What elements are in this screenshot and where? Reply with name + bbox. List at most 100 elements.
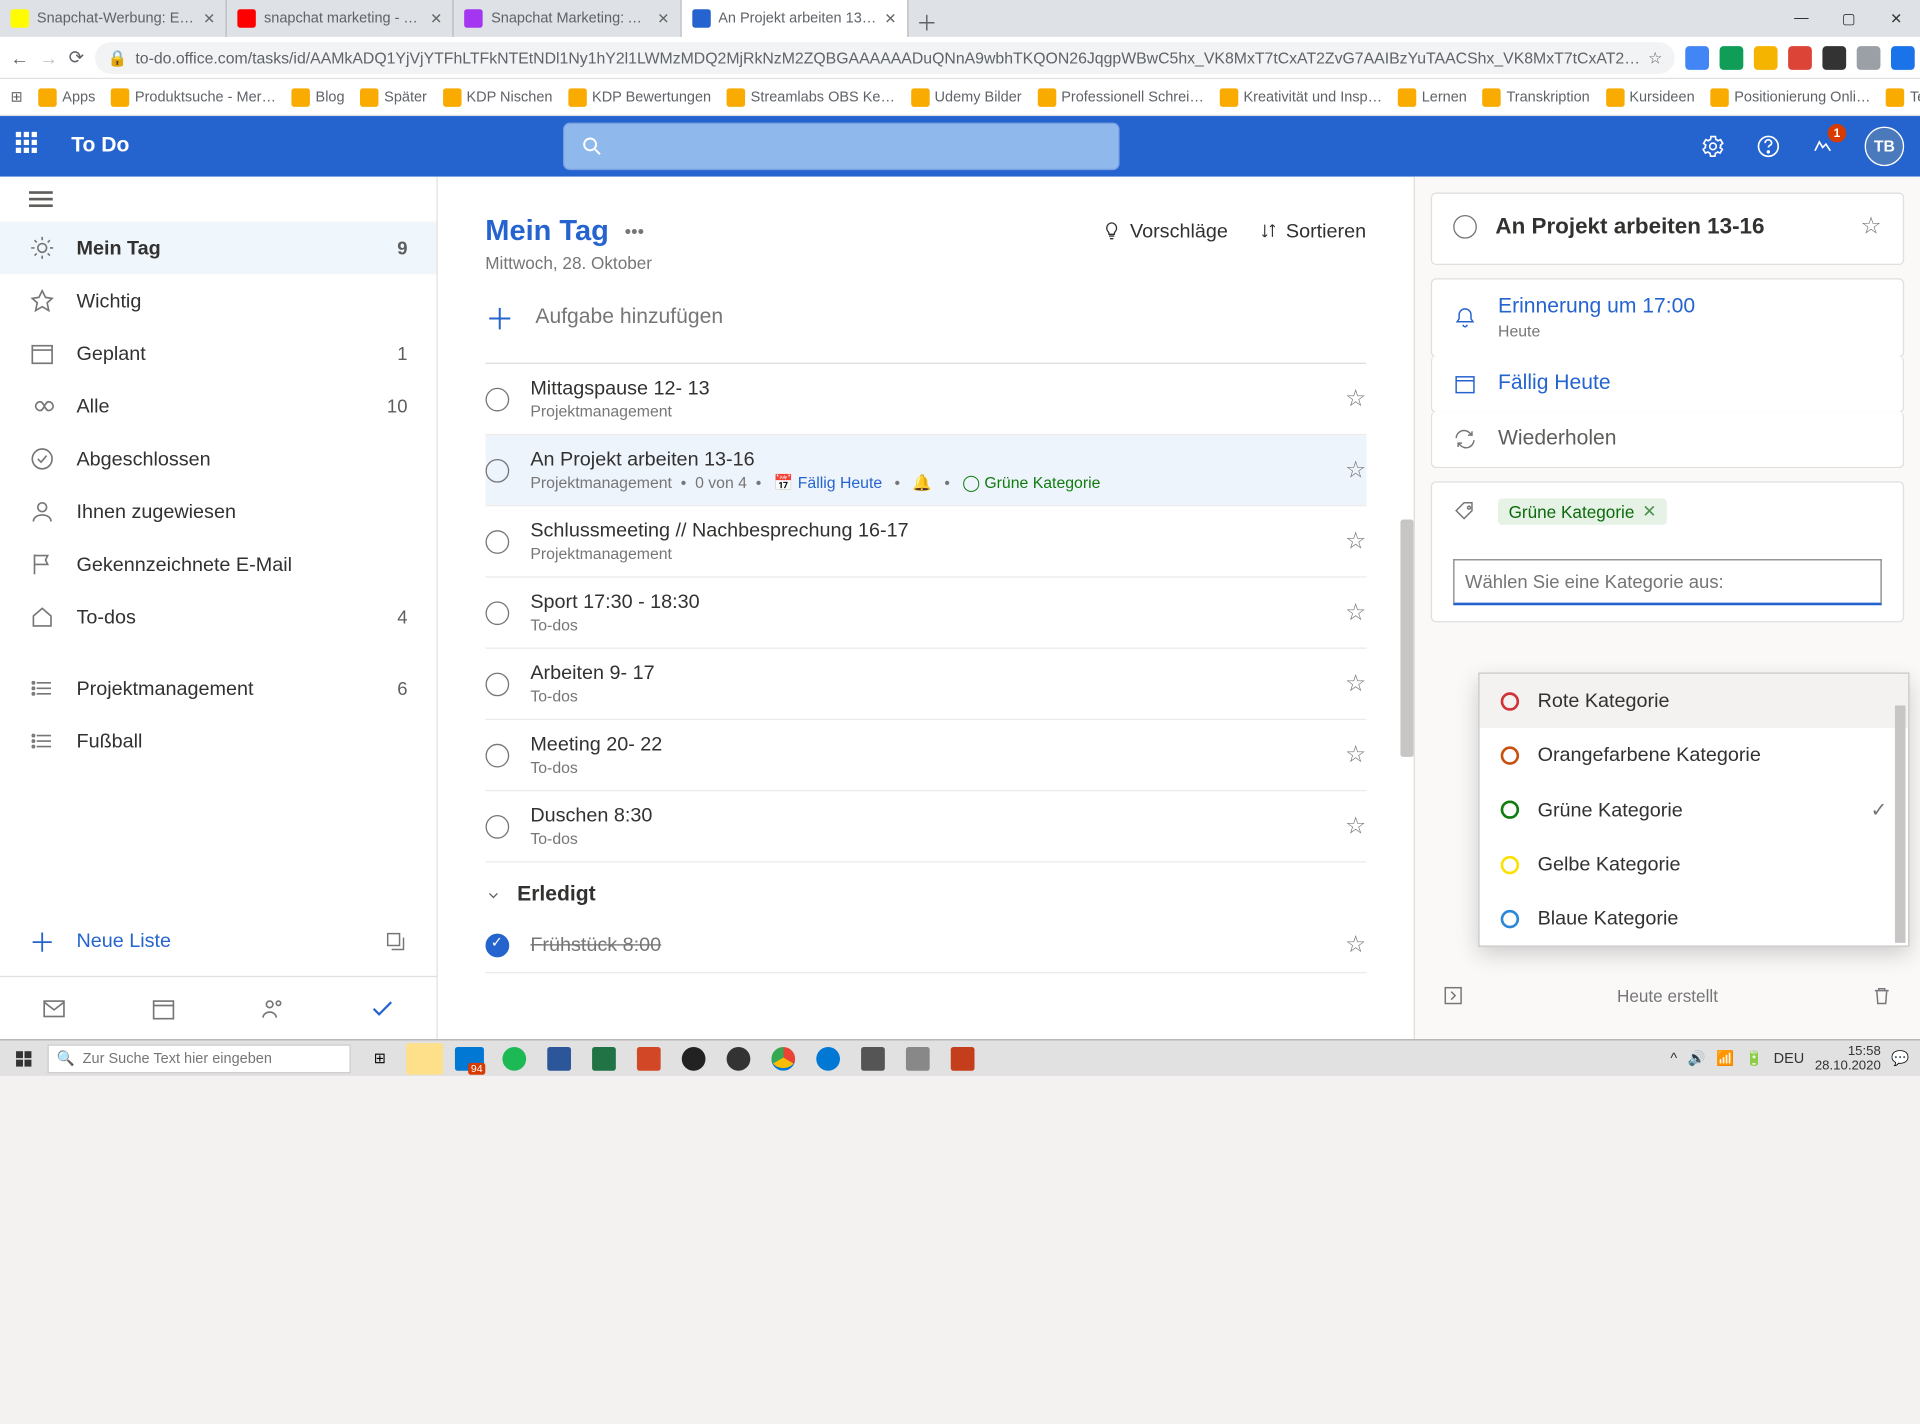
maximize-button[interactable]: ▢ xyxy=(1825,0,1872,37)
category-input[interactable] xyxy=(1453,559,1882,605)
delete-icon[interactable] xyxy=(1870,984,1894,1008)
suggestions-button[interactable]: Vorschläge xyxy=(1101,220,1228,242)
complete-toggle[interactable] xyxy=(485,601,509,625)
bookmark-item[interactable]: Transkription xyxy=(1483,88,1590,106)
powerpoint-icon[interactable] xyxy=(630,1042,667,1074)
star-icon[interactable]: ☆ xyxy=(1648,48,1662,66)
tab-close-icon[interactable]: ✕ xyxy=(430,10,442,27)
task-row[interactable]: Sport 17:30 - 18:30To-dos☆ xyxy=(485,578,1366,649)
tray-wifi-icon[interactable]: 📶 xyxy=(1716,1050,1734,1067)
settings-icon[interactable] xyxy=(1698,132,1727,161)
sidebar-item[interactable]: Projektmanagement6 xyxy=(0,662,436,715)
category-option[interactable]: Rote Kategorie xyxy=(1480,674,1909,728)
ext-icon[interactable] xyxy=(1686,45,1710,69)
ext-icon[interactable] xyxy=(1892,45,1916,69)
ext-icon[interactable] xyxy=(1823,45,1847,69)
star-icon[interactable]: ☆ xyxy=(1345,741,1366,769)
tray-clock[interactable]: 15:5828.10.2020 xyxy=(1815,1044,1881,1073)
star-icon[interactable]: ☆ xyxy=(1345,456,1366,484)
mail-icon[interactable] xyxy=(41,995,67,1021)
star-icon[interactable]: ☆ xyxy=(1345,599,1366,627)
apps-icon[interactable]: ⊞ xyxy=(11,88,23,105)
task-row[interactable]: An Projekt arbeiten 13-16Projektmanageme… xyxy=(485,435,1366,506)
chrome-icon[interactable] xyxy=(765,1042,802,1074)
people-icon[interactable] xyxy=(260,995,286,1021)
tab-close-icon[interactable]: ✕ xyxy=(657,10,669,27)
avatar[interactable]: TB xyxy=(1865,127,1905,167)
reload-button[interactable]: ⟳ xyxy=(69,44,84,70)
tray-notifications-icon[interactable]: 💬 xyxy=(1891,1050,1909,1067)
obs-icon[interactable] xyxy=(720,1042,757,1074)
close-button[interactable]: ✕ xyxy=(1873,0,1920,37)
bookmark-item[interactable]: Produktsuche - Mer… xyxy=(111,88,276,106)
app-launcher-icon[interactable] xyxy=(16,132,45,161)
bookmark-item[interactable]: Kreativität und Insp… xyxy=(1220,88,1382,106)
tray-battery-icon[interactable]: 🔋 xyxy=(1745,1050,1763,1067)
browser-tab[interactable]: An Projekt arbeiten 13-16 - To D…✕ xyxy=(681,0,908,37)
app-icon[interactable] xyxy=(675,1042,712,1074)
spotify-icon[interactable] xyxy=(496,1042,533,1074)
new-tab-button[interactable]: ＋ xyxy=(908,5,945,37)
complete-toggle[interactable] xyxy=(485,933,509,957)
category-option[interactable]: Blaue Kategorie xyxy=(1480,891,1909,945)
sidebar-toggle[interactable] xyxy=(0,177,436,222)
category-tag[interactable]: Grüne Kategorie ✕ xyxy=(1498,498,1667,524)
category-option[interactable]: Orangefarbene Kategorie xyxy=(1480,728,1909,782)
bookmark-item[interactable]: Blog xyxy=(292,88,345,106)
star-icon[interactable]: ☆ xyxy=(1345,385,1366,413)
app-icon[interactable] xyxy=(899,1042,936,1074)
tray-language[interactable]: DEU xyxy=(1774,1050,1805,1066)
bookmark-item[interactable]: Teamwork xyxy=(1886,88,1920,106)
sidebar-item[interactable]: Gekennzeichnete E-Mail xyxy=(0,538,436,591)
ext-icon[interactable] xyxy=(1720,45,1744,69)
complete-toggle[interactable] xyxy=(1453,214,1477,238)
hide-detail-icon[interactable] xyxy=(1441,984,1465,1008)
bookmark-item[interactable]: KDP Nischen xyxy=(443,88,553,106)
tray-volume-icon[interactable]: 🔊 xyxy=(1688,1050,1706,1067)
tray-chevron-icon[interactable]: ^ xyxy=(1670,1050,1677,1066)
bookmark-item[interactable]: Später xyxy=(360,88,426,106)
sidebar-item[interactable]: Wichtig xyxy=(0,274,436,327)
bookmark-item[interactable]: Positionierung Onli… xyxy=(1710,88,1870,106)
complete-toggle[interactable] xyxy=(485,458,509,482)
ext-icon[interactable] xyxy=(1857,45,1881,69)
task-row[interactable]: Schlussmeeting // Nachbesprechung 16-17P… xyxy=(485,506,1366,577)
sidebar-item[interactable]: Geplant1 xyxy=(0,327,436,380)
task-row[interactable]: Mittagspause 12- 13Projektmanagement☆ xyxy=(485,364,1366,435)
add-task-input[interactable]: ＋Aufgabe hinzufügen xyxy=(485,273,1366,364)
sidebar-item[interactable]: Fußball xyxy=(0,715,436,768)
app-title[interactable]: To Do xyxy=(71,135,129,159)
notifications-icon[interactable]: 1 xyxy=(1809,132,1838,161)
tab-close-icon[interactable]: ✕ xyxy=(203,10,215,27)
ext-icon[interactable] xyxy=(1789,45,1813,69)
detail-title[interactable]: An Projekt arbeiten 13-16 xyxy=(1495,213,1842,239)
bookmark-item[interactable]: KDP Bewertungen xyxy=(568,88,711,106)
sort-button[interactable]: Sortieren xyxy=(1260,220,1367,242)
star-icon[interactable]: ☆ xyxy=(1345,670,1366,698)
dropdown-scrollbar[interactable] xyxy=(1895,705,1906,942)
repeat-row[interactable]: Wiederholen xyxy=(1431,411,1904,468)
bookmark-item[interactable]: Professionell Schrei… xyxy=(1037,88,1203,106)
complete-toggle[interactable] xyxy=(485,529,509,553)
scrollbar[interactable] xyxy=(1400,520,1413,757)
new-list-button[interactable]: ＋ Neue Liste xyxy=(0,906,436,976)
browser-tab[interactable]: Snapchat-Werbung: Ein Leitfad…✕ xyxy=(0,0,227,37)
sidebar-item[interactable]: Ihnen zugewiesen xyxy=(0,485,436,538)
category-row[interactable]: Grüne Kategorie ✕ xyxy=(1431,481,1904,622)
word-icon[interactable] xyxy=(541,1042,578,1074)
category-option[interactable]: Grüne Kategorie✓ xyxy=(1480,782,1909,837)
sidebar-item[interactable]: To-dos4 xyxy=(0,591,436,644)
complete-toggle[interactable] xyxy=(485,672,509,696)
sidebar-item[interactable]: Alle10 xyxy=(0,380,436,433)
mail-app-icon[interactable]: 94 xyxy=(451,1042,488,1074)
url-field[interactable]: 🔒 to-do.office.com/tasks/id/AAMkADQ1YjVj… xyxy=(95,42,1676,74)
excel-icon[interactable] xyxy=(585,1042,622,1074)
start-button[interactable] xyxy=(0,1040,47,1076)
category-option[interactable]: Gelbe Kategorie xyxy=(1480,837,1909,891)
due-date-row[interactable]: Fällig Heute xyxy=(1431,356,1904,413)
ext-icon[interactable] xyxy=(1754,45,1778,69)
bookmark-item[interactable]: Kursideen xyxy=(1606,88,1695,106)
todo-icon[interactable] xyxy=(369,995,395,1021)
app-icon[interactable] xyxy=(944,1042,981,1074)
browser-tab[interactable]: snapchat marketing - YouTube✕ xyxy=(227,0,454,37)
